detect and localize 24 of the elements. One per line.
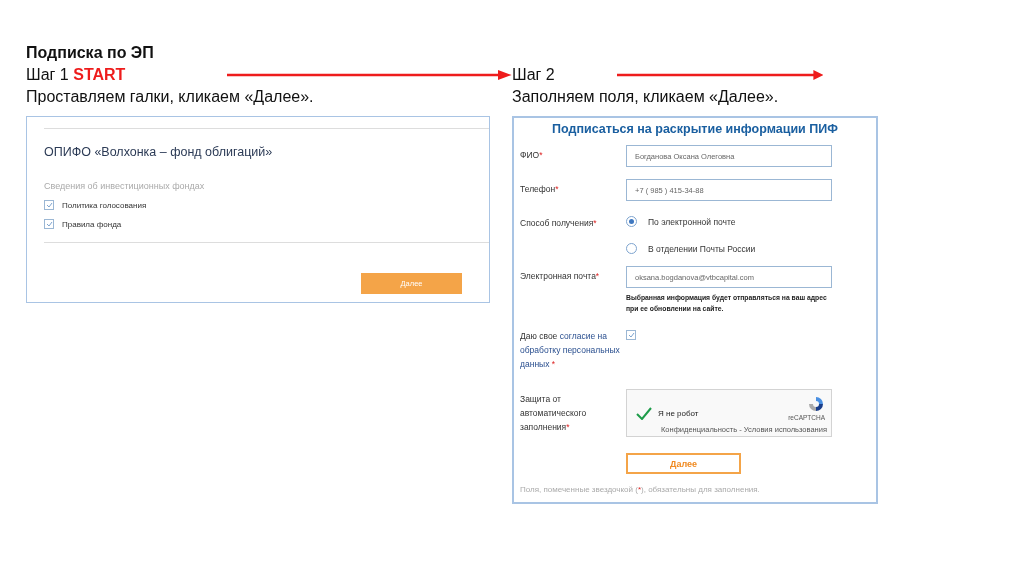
field-label: Электронная почта* <box>520 270 601 283</box>
section-label: Сведения об инвестиционных фондах <box>44 181 206 191</box>
captcha-label: Я не робот <box>658 408 700 418</box>
consent-checkbox[interactable] <box>626 330 636 340</box>
checkbox-label: Правила фонда <box>62 219 122 229</box>
fund-title: ОПИФО «Волхонка – фонд облигаций» <box>44 145 274 159</box>
step-label: Шаг 2 <box>512 65 555 85</box>
checkbox-label: Политика голосования <box>62 200 147 210</box>
field-label: Телефон* <box>520 183 560 196</box>
field-label: Защита от автоматического заполнения* <box>520 393 588 434</box>
step-label: Шаг 1 START <box>26 65 126 85</box>
step-instruction: Проставляем галки, кликаем «Далее». <box>26 87 315 107</box>
radio-label: По электронной почте <box>648 216 736 227</box>
checkbox[interactable] <box>44 200 54 210</box>
checkbox[interactable] <box>44 219 54 229</box>
step-instruction: Заполняем поля, кликаем «Далее». <box>512 87 780 107</box>
consent-label: Даю свое согласие на обработку персональных данных * <box>520 330 621 371</box>
radio-label: В отделении Почты России <box>648 243 756 254</box>
form-title: Подписаться на раскрытие информации ПИФ <box>551 122 839 136</box>
footnote: Поля, помеченные звездочкой (*), обязательны для заполнения. <box>520 485 761 494</box>
recaptcha-icon <box>807 395 825 413</box>
slide-title: Подписка по ЭП <box>26 43 155 63</box>
field-label: ФИО* <box>520 149 544 162</box>
field-label: Способ получения* <box>520 217 598 230</box>
